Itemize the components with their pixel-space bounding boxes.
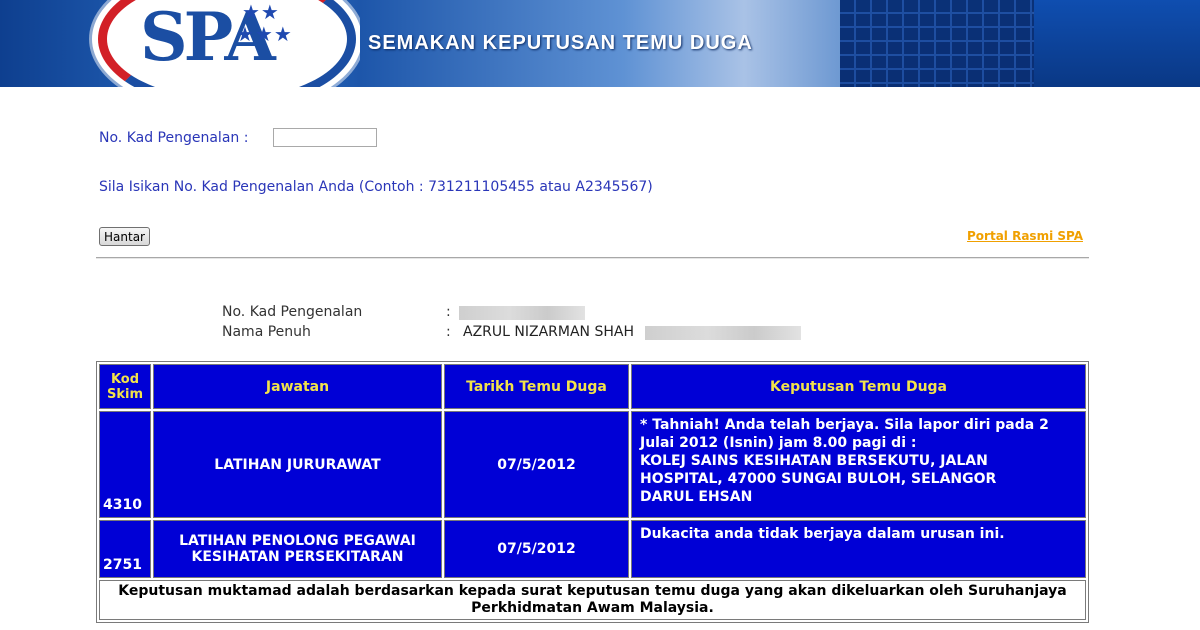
banner-title: SEMAKAN KEPUTUSAN TEMU DUGA bbox=[368, 32, 753, 54]
cell-tarikh: 07/5/2012 bbox=[444, 520, 629, 578]
cell-jawatan: LATIHAN PENOLONG PEGAWAI KESIHATAN PERSE… bbox=[153, 520, 442, 578]
cell-jawatan: LATIHAN JURURAWAT bbox=[153, 411, 442, 518]
candidate-name-value: AZRUL NIZARMAN SHAH bbox=[463, 324, 634, 340]
table-footer-row: Keputusan muktamad adalah berdasarkan ke… bbox=[99, 580, 1086, 620]
table-header-row: Kod Skim Jawatan Tarikh Temu Duga Keputu… bbox=[99, 364, 1086, 409]
results-table: Kod Skim Jawatan Tarikh Temu Duga Keputu… bbox=[96, 361, 1089, 623]
spa-logo-icon: SPA ★★ ★★★ bbox=[92, 0, 362, 87]
header-kod-skim: Kod Skim bbox=[99, 364, 151, 409]
redacted-ic-value bbox=[459, 306, 585, 320]
header-keputusan: Keputusan Temu Duga bbox=[631, 364, 1086, 409]
table-row: 4310 LATIHAN JURURAWAT 07/5/2012 * Tahni… bbox=[99, 411, 1086, 518]
ic-hint-text: Sila Isikan No. Kad Pengenalan Anda (Con… bbox=[99, 179, 653, 195]
candidate-ic-label: No. Kad Pengenalan bbox=[222, 304, 363, 320]
cell-keputusan: Dukacita anda tidak berjaya dalam urusan… bbox=[631, 520, 1086, 578]
portal-rasmi-spa-link[interactable]: Portal Rasmi SPA bbox=[967, 229, 1083, 243]
candidate-ic-colon: : bbox=[446, 304, 451, 320]
cell-kod: 4310 bbox=[99, 411, 151, 518]
logo-stars-icon-lower: ★★★ bbox=[236, 22, 293, 46]
section-divider bbox=[96, 257, 1089, 259]
table-row: 2751 LATIHAN PENOLONG PEGAWAI KESIHATAN … bbox=[99, 520, 1086, 578]
cell-keputusan: * Tahniah! Anda telah berjaya. Sila lapo… bbox=[631, 411, 1086, 518]
ic-label: No. Kad Pengenalan : bbox=[99, 130, 249, 146]
cell-tarikh: 07/5/2012 bbox=[444, 411, 629, 518]
header-jawatan: Jawatan bbox=[153, 364, 442, 409]
redacted-name-suffix bbox=[645, 326, 801, 340]
header-tarikh: Tarikh Temu Duga bbox=[444, 364, 629, 409]
ic-input[interactable] bbox=[273, 128, 377, 147]
banner-right-panel bbox=[1034, 0, 1200, 87]
footer-note: Keputusan muktamad adalah berdasarkan ke… bbox=[99, 580, 1086, 620]
candidate-name-label: Nama Penuh bbox=[222, 324, 311, 340]
keyboard-image-icon bbox=[840, 0, 1034, 87]
logo-stars-icon: ★★ bbox=[242, 0, 280, 24]
candidate-name-colon: : bbox=[446, 324, 451, 340]
cell-kod: 2751 bbox=[99, 520, 151, 578]
hantar-button[interactable]: Hantar bbox=[99, 227, 150, 246]
header-banner: SPA ★★ ★★★ SEMAKAN KEPUTUSAN TEMU DUGA bbox=[0, 0, 1200, 87]
